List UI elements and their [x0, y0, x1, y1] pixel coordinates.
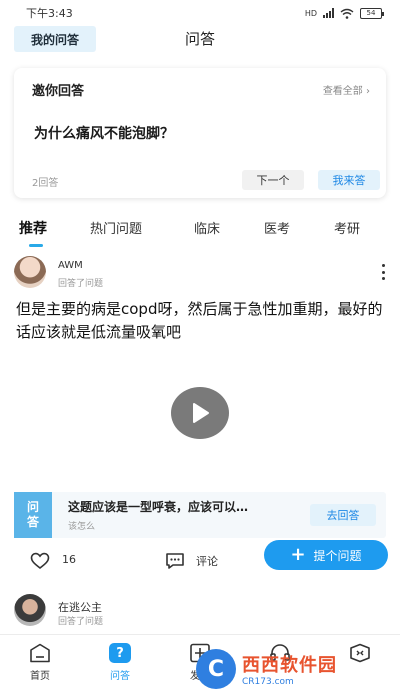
tab-hot-questions[interactable]: 热门问题 [90, 218, 142, 237]
like-count: 16 [62, 553, 76, 566]
post-header-2: 在逃公主 回答了问题 [0, 594, 400, 627]
author-action: 回答了问题 [58, 617, 104, 627]
qa-badge-icon: 问答 [14, 492, 52, 538]
view-all-label: 查看全部 [322, 86, 363, 97]
related-question-card[interactable]: 问答 这题应该是一型呼衰，应该可以… 该怎么 去回答 [14, 492, 386, 538]
category-tabs: 推荐 热门问题 临床 医考 考研 [0, 210, 400, 248]
tab-recommend[interactable]: 推荐 [19, 218, 47, 238]
related-question-title: 这题应该是一型呼衰，应该可以… [68, 500, 249, 514]
watermark-url: CR173.com [242, 677, 294, 687]
status-icons: HD 54 [304, 7, 384, 19]
watermark-text: 西西软件园 [242, 655, 337, 676]
post-header: AWM 回答了问题 [0, 256, 400, 292]
watermark-logo: C [196, 649, 236, 689]
more-options-icon[interactable] [380, 264, 386, 280]
plus-icon: + [290, 544, 306, 565]
ask-question-button[interactable]: + 提个问题 [264, 540, 388, 570]
answer-count: 2回答 [32, 178, 59, 189]
related-question-sub: 该怎么 [68, 522, 96, 532]
video-play-button[interactable] [171, 387, 229, 439]
signal-icon [323, 8, 334, 18]
author-name[interactable]: 在逃公主 [58, 599, 102, 615]
play-icon [193, 403, 209, 423]
answer-question-button[interactable]: 我来答 [318, 170, 380, 190]
home-icon [30, 643, 50, 663]
next-question-button[interactable]: 下一个 [242, 170, 304, 190]
nav-home-label: 首页 [30, 671, 50, 682]
battery-icon: 54 [360, 7, 384, 19]
avatar[interactable] [14, 256, 46, 288]
nav-home[interactable]: 首页 [10, 643, 70, 682]
ask-question-label: 提个问题 [313, 548, 362, 563]
network-type-label: HD [304, 8, 317, 18]
post-actions: 16 评论 + 提个问题 [0, 540, 400, 580]
top-header: 我的问答 问答 [0, 26, 400, 52]
chevron-right-icon: › [366, 86, 370, 97]
go-answer-button[interactable]: 去回答 [310, 504, 376, 526]
avatar[interactable] [14, 594, 46, 626]
tab-postgrad-exam[interactable]: 考研 [334, 218, 360, 237]
author-action: 回答了问题 [58, 279, 104, 289]
active-tab-indicator [29, 244, 43, 247]
invite-title: 邀你回答 [32, 84, 85, 99]
invite-question[interactable]: 为什么痛风不能泡脚？ [34, 123, 174, 143]
page-title: 问答 [184, 30, 215, 48]
tab-medical-exam[interactable]: 医考 [264, 218, 290, 237]
post-content[interactable]: 但是主要的病是copd呀，然后属于急性加重期，最好的话应该就是低流量吸氧吧 [16, 298, 386, 344]
wifi-icon [340, 8, 354, 19]
author-name[interactable]: AWM [58, 260, 83, 271]
status-time: 下午3:43 [26, 7, 73, 20]
tab-clinical[interactable]: 临床 [194, 218, 220, 237]
heart-icon[interactable] [30, 552, 50, 570]
nav-qa[interactable]: ? 问答 [90, 643, 150, 682]
qa-icon: ? [109, 643, 131, 663]
comment-icon[interactable] [165, 552, 185, 570]
status-bar: 下午3:43 HD 54 [0, 0, 400, 26]
view-all-link[interactable]: 查看全部 › [323, 82, 370, 97]
watermark: C 西西软件园 CR173.com [196, 646, 394, 692]
comment-label[interactable]: 评论 [196, 553, 218, 569]
invite-card: 邀你回答 查看全部 › 为什么痛风不能泡脚？ 2回答 下一个 我来答 [14, 68, 386, 198]
nav-qa-label: 问答 [110, 671, 130, 682]
